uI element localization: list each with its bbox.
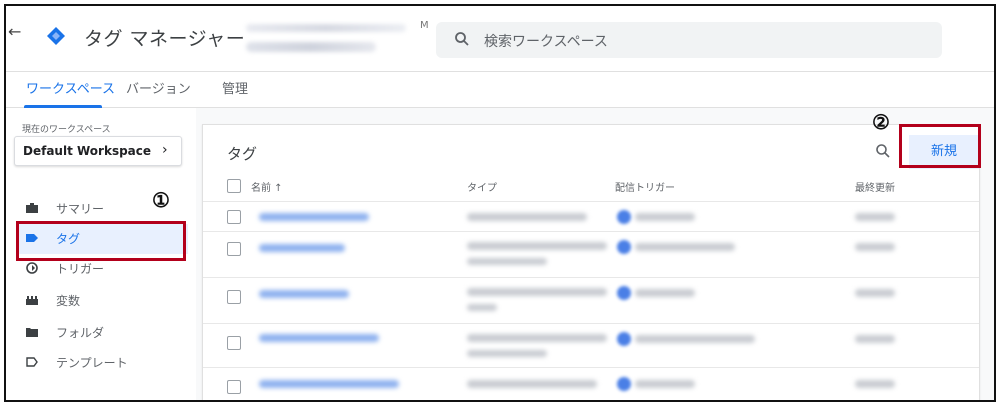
workspace-selector[interactable]: Default Workspace › <box>14 136 182 166</box>
trigger-chip-icon <box>617 332 631 346</box>
tag-type-redacted <box>467 350 547 357</box>
tag-name-redacted[interactable] <box>259 213 369 221</box>
row-checkbox[interactable] <box>227 380 241 394</box>
row-checkbox[interactable] <box>227 336 241 350</box>
sidebar-item-label: フォルダ <box>56 326 105 340</box>
tab-bar: ワークスペース バージョン 管理 <box>6 72 994 108</box>
column-header-name[interactable]: 名前 ↑ <box>251 179 283 194</box>
trigger-name-redacted <box>635 213 695 221</box>
app-title: タグ マネージャー <box>84 28 246 50</box>
workspace-label: 現在のワークスペース <box>22 125 111 135</box>
tag-manager-logo[interactable] <box>46 26 66 46</box>
sidebar-item-label: サマリー <box>56 202 105 216</box>
tag-name-redacted[interactable] <box>259 290 349 298</box>
table-row[interactable] <box>203 367 979 400</box>
updated-redacted <box>855 380 895 388</box>
search-icon <box>455 32 469 46</box>
row-checkbox[interactable] <box>227 210 241 224</box>
trigger-icon <box>26 262 38 274</box>
sidebar-item-label: トリガー <box>56 262 105 276</box>
tags-card: タグ 新規 名前 ↑ タイプ 配信トリガー 最終更新 <box>202 124 980 400</box>
trigger-chip-icon <box>617 240 631 254</box>
briefcase-icon <box>26 203 38 213</box>
updated-redacted <box>855 289 895 297</box>
table-row[interactable] <box>203 231 979 277</box>
row-checkbox[interactable] <box>227 242 241 256</box>
table-row[interactable] <box>203 323 979 367</box>
tag-type-redacted <box>467 213 587 221</box>
workspace-search[interactable]: 検索ワークスペース <box>436 22 942 58</box>
updated-redacted <box>855 243 895 251</box>
sidebar-item-folders[interactable]: フォルダ <box>16 318 188 348</box>
search-placeholder: 検索ワークスペース <box>484 34 608 50</box>
column-header-updated[interactable]: 最終更新 <box>855 179 895 194</box>
column-header-type[interactable]: タイプ <box>467 179 497 194</box>
tag-type-redacted <box>467 334 607 342</box>
tag-type-redacted <box>467 258 547 265</box>
container-name-redacted <box>246 42 376 52</box>
trigger-name-redacted <box>635 243 735 251</box>
tab-versions[interactable]: バージョン <box>126 78 191 97</box>
tag-name-redacted[interactable] <box>259 244 345 252</box>
chevron-right-icon: › <box>162 142 168 158</box>
tag-type-redacted <box>467 380 597 388</box>
tag-type-redacted <box>467 242 607 250</box>
folder-icon <box>26 328 38 337</box>
arrow-back-icon[interactable]: ← <box>8 22 21 41</box>
main-content: タグ 新規 名前 ↑ タイプ 配信トリガー 最終更新 <box>196 108 994 400</box>
sidebar-item-variables[interactable]: 変数 <box>16 286 188 316</box>
tab-workspace[interactable]: ワークスペース <box>26 78 115 97</box>
trigger-name-redacted <box>635 289 695 297</box>
annotation-marker-2: ② <box>872 110 890 134</box>
sidebar-item-label: 変数 <box>56 294 81 308</box>
sidebar-item-label: テンプレート <box>56 356 128 370</box>
trigger-chip-icon <box>617 286 631 300</box>
trigger-name-redacted <box>635 380 695 388</box>
blocks-icon <box>26 296 38 305</box>
row-checkbox[interactable] <box>227 290 241 304</box>
trigger-name-redacted <box>635 335 755 343</box>
trigger-chip-icon <box>617 377 631 391</box>
account-switcher[interactable]: M <box>236 20 429 58</box>
highlight-box-new <box>899 124 981 168</box>
select-all-checkbox[interactable] <box>227 179 241 193</box>
column-header-trigger[interactable]: 配信トリガー <box>615 179 675 194</box>
workspace-name: Default Workspace <box>23 144 152 158</box>
card-title: タグ <box>227 145 258 163</box>
updated-redacted <box>855 335 895 343</box>
tab-admin[interactable]: 管理 <box>222 78 248 97</box>
table-row[interactable] <box>203 277 979 323</box>
tag-type-redacted <box>467 304 497 311</box>
sidebar-item-templates[interactable]: テンプレート <box>16 348 188 378</box>
tag-name-redacted[interactable] <box>259 380 399 388</box>
template-icon <box>26 357 38 367</box>
account-suffix: M <box>420 20 429 31</box>
table-row[interactable] <box>203 201 979 231</box>
updated-redacted <box>855 213 895 221</box>
search-icon[interactable] <box>875 143 891 159</box>
trigger-chip-icon <box>617 210 631 224</box>
app-frame: ← タグ マネージャー M 検索ワークスペース ワークスペース バージョン 管理… <box>4 4 996 402</box>
account-name-redacted <box>246 24 406 32</box>
tag-name-redacted[interactable] <box>259 334 379 342</box>
highlight-box-tags <box>16 221 186 261</box>
top-header: ← タグ マネージャー M 検索ワークスペース <box>6 6 994 72</box>
tag-type-redacted <box>467 288 607 296</box>
annotation-marker-1: ① <box>152 188 170 212</box>
